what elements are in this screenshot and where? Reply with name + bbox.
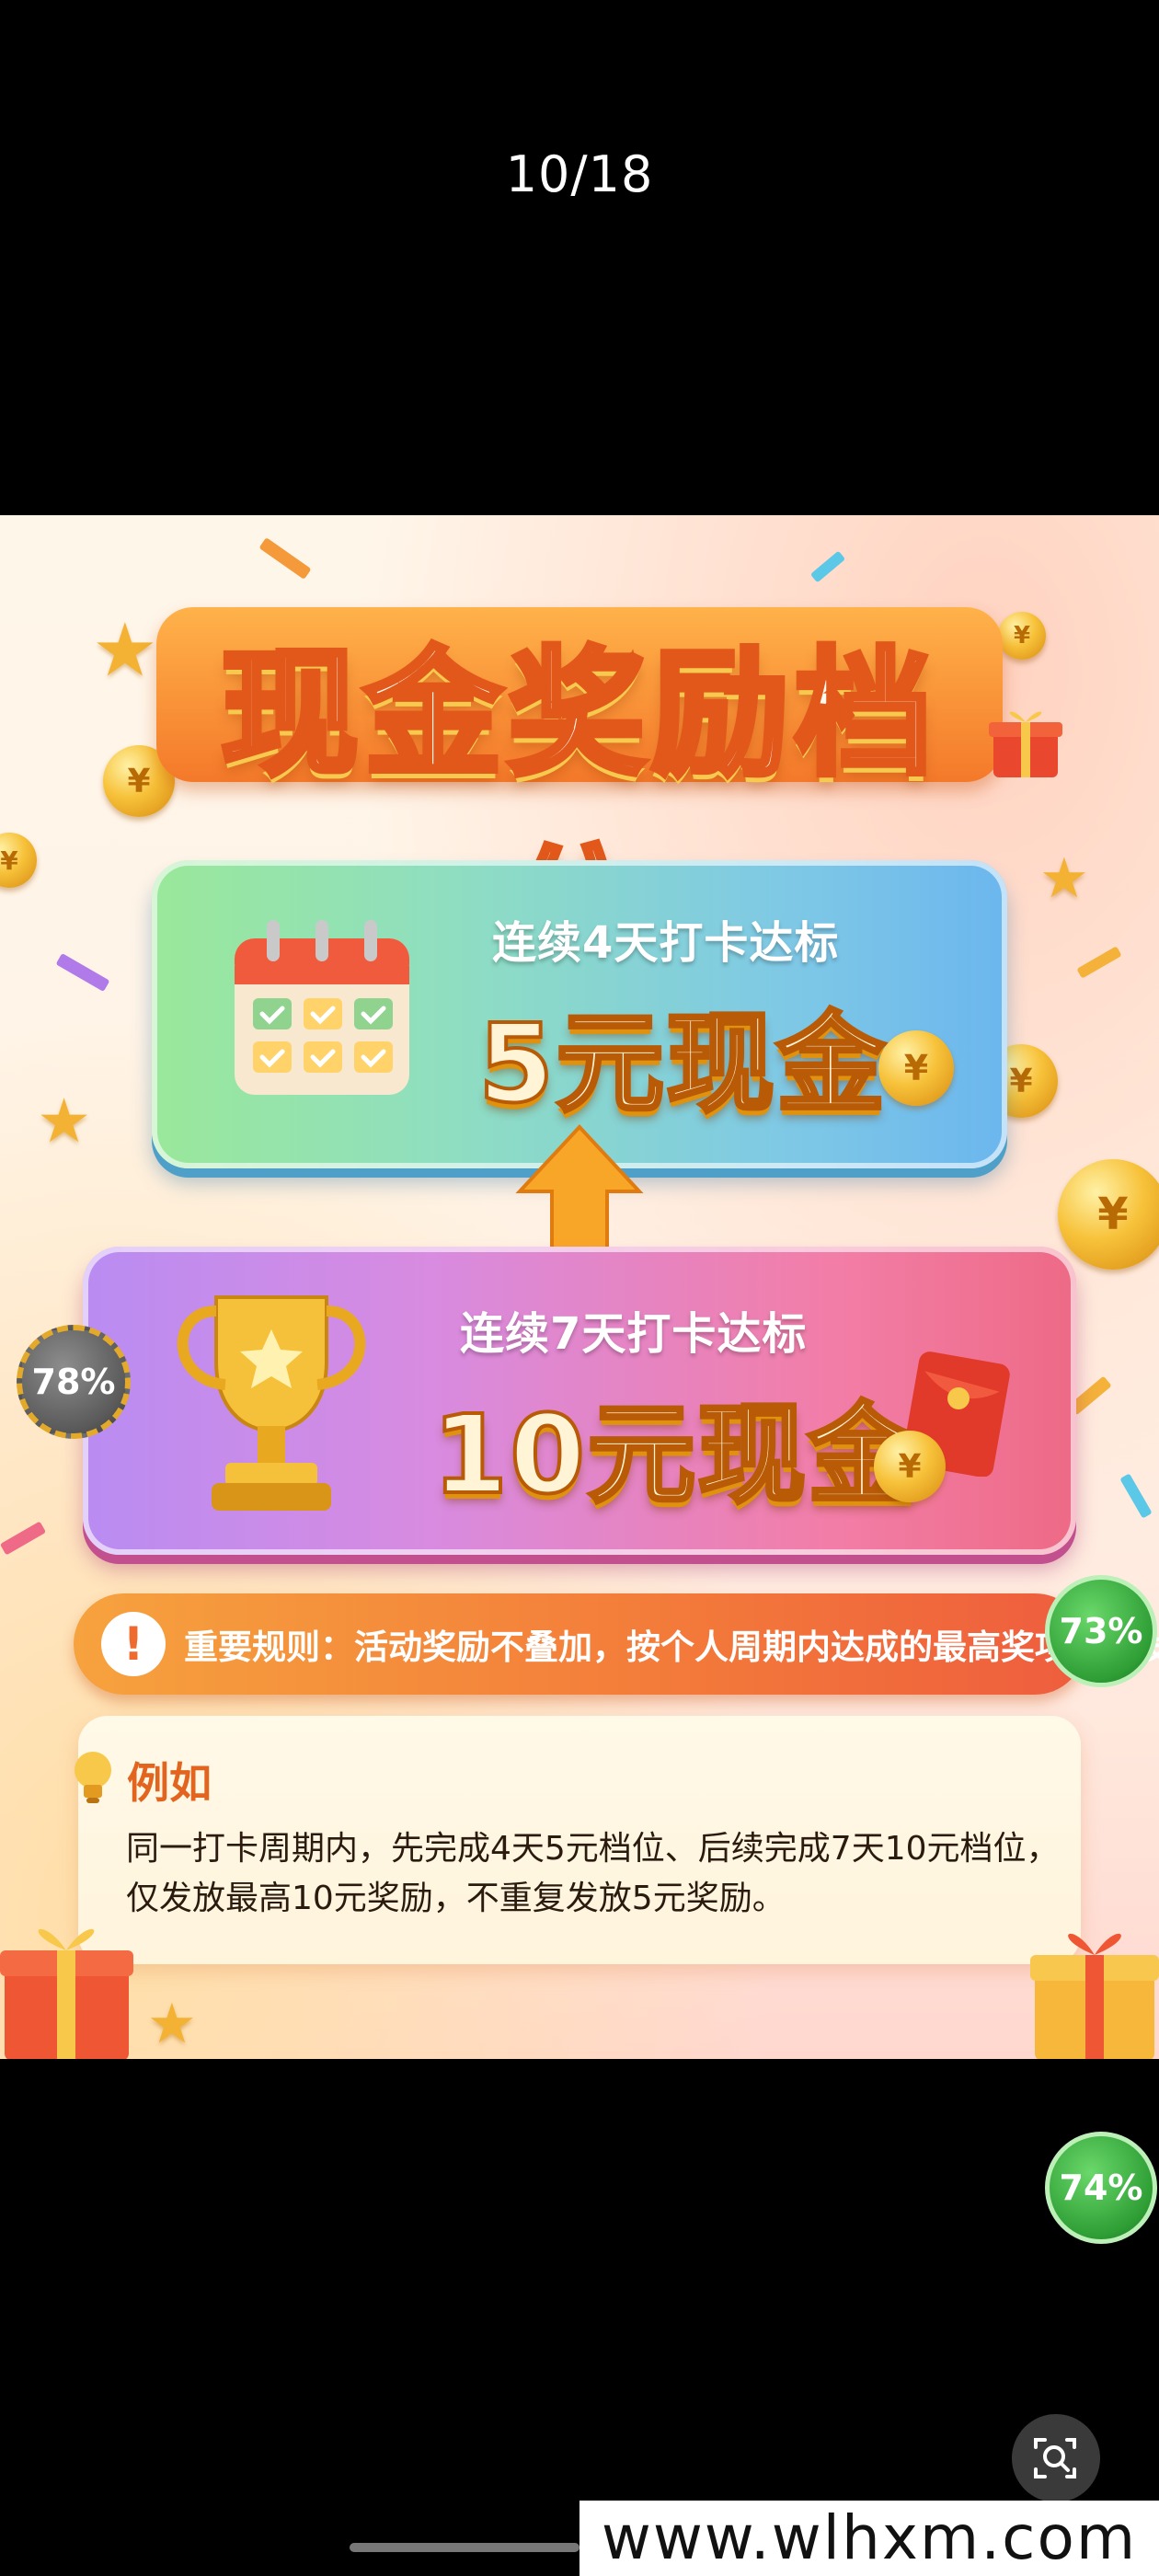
coin-icon: ¥ bbox=[998, 612, 1046, 660]
star-icon: ★ bbox=[1039, 846, 1089, 911]
tier-condition-7-days: 连续7天打卡达标 bbox=[460, 1308, 808, 1360]
coin-icon: ¥ bbox=[1058, 1159, 1159, 1270]
watermark: www.wlhxm.com bbox=[580, 2501, 1159, 2576]
home-indicator bbox=[350, 2543, 580, 2552]
coin-icon: ¥ bbox=[878, 1030, 954, 1106]
scan-search-icon bbox=[1034, 2438, 1076, 2478]
confetti bbox=[1119, 1473, 1153, 1519]
page-counter: 10/18 bbox=[505, 145, 654, 203]
tier-condition-4-days: 连续4天打卡达标 bbox=[492, 917, 840, 969]
star-icon: ★ bbox=[92, 607, 158, 693]
calendar-icon bbox=[235, 920, 409, 1095]
coin-icon: ¥ bbox=[874, 1431, 946, 1502]
progress-badge[interactable]: 73% bbox=[1045, 1575, 1157, 1687]
coin-icon: ¥ bbox=[0, 833, 37, 888]
gift-icon bbox=[989, 711, 1062, 777]
tier-reward-10-yuan: 10元现金 bbox=[430, 1389, 919, 1520]
progress-badge[interactable]: 78% bbox=[17, 1325, 131, 1439]
reward-poster-image: ★ ★ ★ ★ ¥ ¥ ¥ ¥ ¥ 现金奖励档位 bbox=[0, 515, 1159, 2059]
rule-text: 重要规则：活动奖励不叠加，按个人周期内达成的最高奖项统一发放 bbox=[184, 1627, 1159, 1667]
star-icon: ★ bbox=[147, 1992, 197, 2056]
progress-badge[interactable]: 74% bbox=[1045, 2132, 1157, 2244]
example-line: 同一打卡周期内，先完成4天5元档位、后续完成7天10元档位， bbox=[126, 1830, 1060, 1868]
gift-box-icon bbox=[0, 1928, 133, 2059]
exclamation-icon: ! bbox=[101, 1612, 166, 1676]
confetti bbox=[809, 550, 846, 583]
example-title: 例如 bbox=[127, 1758, 212, 1808]
star-icon: ★ bbox=[37, 1086, 92, 1156]
lightbulb-icon bbox=[75, 1752, 111, 1803]
trophy-icon bbox=[177, 1295, 366, 1511]
gift-box-icon bbox=[1030, 1933, 1159, 2059]
tier-reward-5-yuan: 5元现金 bbox=[476, 998, 888, 1129]
confetti bbox=[258, 537, 312, 580]
confetti bbox=[0, 1521, 47, 1556]
confetti bbox=[1076, 946, 1122, 979]
example-line: 仅发放最高10元奖励，不重复发放5元奖励。 bbox=[126, 1880, 786, 1917]
confetti bbox=[55, 952, 110, 993]
image-search-button[interactable] bbox=[1012, 2414, 1100, 2502]
rule-banner: ! 重要规则：活动奖励不叠加，按个人周期内达成的最高奖项统一发放 bbox=[74, 1593, 1159, 1695]
